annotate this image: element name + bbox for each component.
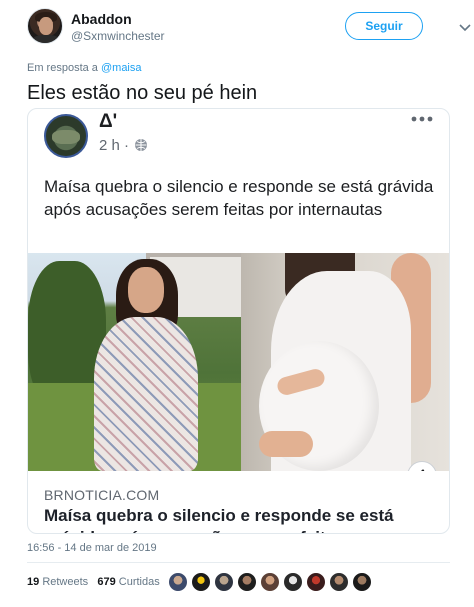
post-page-avatar [44,114,88,158]
follow-button[interactable]: Seguir [345,12,423,40]
photo-dress [94,317,198,471]
post-time: 2 h · [99,137,130,154]
photo-hand [259,431,313,457]
author-handle[interactable]: @Sxmwinchester [71,29,165,43]
post-text: Maísa quebra o silencio e responde se es… [44,177,434,219]
avatar-face [39,17,53,35]
liker-avatar[interactable] [168,572,188,592]
retweets-stat[interactable]: 19 Retweets [27,576,88,588]
liker-avatar[interactable] [329,572,349,592]
liker-avatar[interactable] [283,572,303,592]
author-avatar[interactable] [27,8,63,44]
tweet-timestamp[interactable]: 16:56 - 14 de mar de 2019 [27,542,157,554]
photo-woman-outdoors [28,253,241,471]
chevron-down-icon[interactable] [459,24,471,32]
post-page-name: Δ' [99,111,118,132]
more-dots-icon [411,116,433,122]
tweet-stats: 19 Retweets 679 Curtidas [27,576,160,588]
post-photo: i [28,253,449,471]
liker-avatar[interactable] [260,572,280,592]
liker-avatar[interactable] [306,572,326,592]
tweet-text: Eles estão no seu pé hein [27,82,258,104]
reply-context: Em resposta a @maisa [27,62,142,74]
retweets-count: 19 [27,576,40,588]
liker-avatar[interactable] [237,572,257,592]
divider [27,562,450,563]
liker-avatar[interactable] [214,572,234,592]
likes-count: 679 [97,576,116,588]
reply-prefix: Em resposta a [27,62,98,74]
retweets-label: Retweets [42,576,89,588]
post-page-avatar-detail [52,130,80,144]
likes-stat[interactable]: 679 Curtidas [97,576,159,588]
link-domain: BRNOTICIA.COM [44,487,160,503]
reply-mention-link[interactable]: @maisa [101,62,142,74]
embedded-post-image[interactable]: Δ' 2 h · Maísa quebra o silencio e respo… [27,108,450,534]
likes-label: Curtidas [118,576,160,588]
link-title: Maísa quebra o silencio e responde se es… [44,506,394,533]
liker-avatar[interactable] [352,572,372,592]
liker-avatar[interactable] [191,572,211,592]
tweet-header: Abaddon @Sxmwinchester Seguir [27,8,471,48]
photo-pregnant-belly [241,253,449,471]
globe-icon [135,139,147,151]
avatar-shirt [32,35,60,43]
photo-face [128,267,164,313]
author-name[interactable]: Abaddon [71,11,132,27]
